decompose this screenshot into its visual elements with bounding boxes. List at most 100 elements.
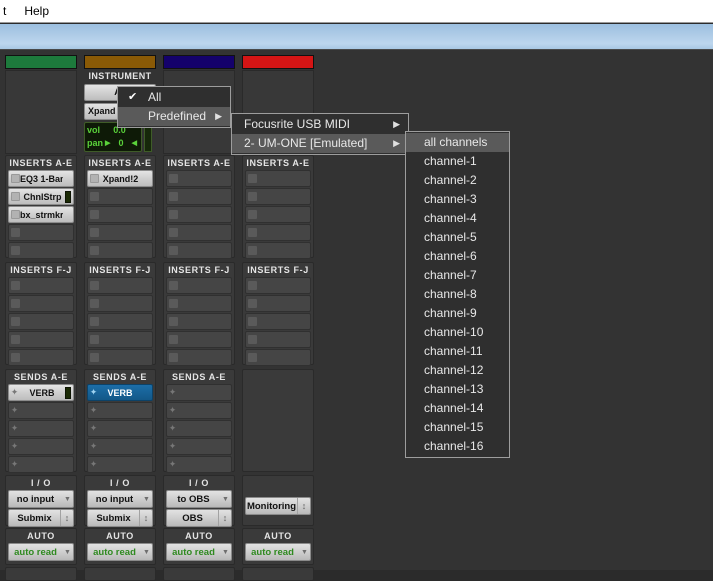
insert-slot[interactable] <box>87 349 153 366</box>
send-slot[interactable]: ✦ <box>87 402 153 419</box>
insert-slot[interactable] <box>87 313 153 330</box>
insert-slot[interactable]: ChnlStrp <box>8 188 74 205</box>
output-selector[interactable]: Submix ↕ <box>8 509 74 527</box>
insert-bypass-icon[interactable] <box>248 246 257 255</box>
insert-slot[interactable]: Xpand!2 <box>87 170 153 187</box>
insert-slot[interactable] <box>166 313 232 330</box>
chevron-down-icon[interactable]: ▼ <box>62 496 73 503</box>
insert-bypass-icon[interactable] <box>11 174 20 183</box>
menu-item-channel-1[interactable]: channel-1 <box>406 152 509 171</box>
insert-slot[interactable] <box>245 170 311 187</box>
insert-bypass-icon[interactable] <box>248 192 257 201</box>
insert-slot[interactable] <box>166 331 232 348</box>
chevron-down-icon[interactable]: ▼ <box>299 549 310 556</box>
menu-item-channel-7[interactable]: channel-7 <box>406 266 509 285</box>
menubar-item-help[interactable]: Help <box>15 2 58 20</box>
menu-item-channel-9[interactable]: channel-9 <box>406 304 509 323</box>
insert-slot[interactable] <box>166 224 232 241</box>
insert-bypass-icon[interactable] <box>90 353 99 362</box>
send-slot[interactable]: ✦ <box>87 456 153 473</box>
output-path-icon[interactable]: ↕ <box>139 510 152 526</box>
insert-slot[interactable] <box>87 277 153 294</box>
midi-devices-submenu[interactable]: Focusrite USB MIDI ▶ 2- UM-ONE [Emulated] ▶ <box>231 113 409 155</box>
send-assign-icon[interactable]: ✦ <box>10 387 19 398</box>
menu-item-channel-2[interactable]: channel-2 <box>406 171 509 190</box>
menu-item-all[interactable]: ✔ All <box>118 88 230 107</box>
input-selector[interactable]: no input ▼ <box>8 490 74 508</box>
insert-slot[interactable] <box>87 295 153 312</box>
send-assign-icon[interactable]: ✦ <box>10 405 19 416</box>
output-path-icon[interactable]: ↕ <box>218 510 231 526</box>
insert-slot[interactable] <box>166 188 232 205</box>
insert-slot[interactable] <box>245 331 311 348</box>
insert-slot[interactable] <box>166 349 232 366</box>
output-path-icon[interactable]: ↕ <box>60 510 73 526</box>
menu-item-channel-4[interactable]: channel-4 <box>406 209 509 228</box>
insert-slot[interactable] <box>245 188 311 205</box>
output-selector[interactable]: OBS ↕ <box>166 509 232 527</box>
send-assign-icon[interactable]: ✦ <box>10 423 19 434</box>
insert-bypass-icon[interactable] <box>11 281 20 290</box>
send-assign-icon[interactable]: ✦ <box>10 441 19 452</box>
insert-bypass-icon[interactable] <box>90 299 99 308</box>
insert-bypass-icon[interactable] <box>90 210 99 219</box>
insert-bypass-icon[interactable] <box>248 317 257 326</box>
insert-bypass-icon[interactable] <box>248 174 257 183</box>
automation-mode-selector[interactable]: auto read ▼ <box>8 543 74 561</box>
insert-slot[interactable] <box>87 188 153 205</box>
output-path-icon[interactable]: ↕ <box>297 498 310 514</box>
menu-item-channel-5[interactable]: channel-5 <box>406 228 509 247</box>
insert-bypass-icon[interactable] <box>90 228 99 237</box>
insert-bypass-icon[interactable] <box>11 317 20 326</box>
insert-slot[interactable] <box>8 224 74 241</box>
chevron-down-icon[interactable]: ▼ <box>141 549 152 556</box>
insert-bypass-icon[interactable] <box>169 335 178 344</box>
insert-bypass-icon[interactable] <box>90 174 99 183</box>
insert-bypass-icon[interactable] <box>169 210 178 219</box>
insert-bypass-icon[interactable] <box>169 299 178 308</box>
insert-bypass-icon[interactable] <box>11 210 20 219</box>
insert-slot[interactable] <box>166 277 232 294</box>
send-slot[interactable]: ✦ <box>87 420 153 437</box>
menu-item-channel-15[interactable]: channel-15 <box>406 418 509 437</box>
send-slot[interactable]: ✦ <box>8 420 74 437</box>
insert-bypass-icon[interactable] <box>169 174 178 183</box>
insert-slot[interactable] <box>87 224 153 241</box>
send-slot[interactable]: ✦ <box>87 438 153 455</box>
pan-right-arrow-icon[interactable]: ◀ <box>130 137 139 150</box>
menu-item-channel-13[interactable]: channel-13 <box>406 380 509 399</box>
insert-bypass-icon[interactable] <box>11 246 20 255</box>
send-assign-icon[interactable]: ✦ <box>89 423 98 434</box>
chevron-down-icon[interactable]: ▼ <box>62 549 73 556</box>
send-assign-icon[interactable]: ✦ <box>168 423 177 434</box>
menu-item-channel-11[interactable]: channel-11 <box>406 342 509 361</box>
menu-item-focusrite-usb-midi[interactable]: Focusrite USB MIDI ▶ <box>232 115 408 134</box>
insert-slot[interactable] <box>245 313 311 330</box>
insert-slot[interactable] <box>8 349 74 366</box>
menubar-item-t[interactable]: t <box>0 2 15 20</box>
insert-slot[interactable] <box>245 242 311 259</box>
send-slot[interactable]: ✦ <box>166 384 232 401</box>
insert-bypass-icon[interactable] <box>169 228 178 237</box>
output-selector[interactable]: Submix ↕ <box>87 509 153 527</box>
insert-bypass-icon[interactable] <box>11 228 20 237</box>
insert-bypass-icon[interactable] <box>11 192 20 201</box>
track-color-bar[interactable] <box>84 55 156 69</box>
send-slot[interactable]: ✦ VERB <box>87 384 153 401</box>
send-slot[interactable]: ✦ VERB <box>8 384 74 401</box>
insert-bypass-icon[interactable] <box>11 353 20 362</box>
input-selector[interactable]: no input ▼ <box>87 490 153 508</box>
send-assign-icon[interactable]: ✦ <box>89 459 98 470</box>
send-slot[interactable]: ✦ <box>166 402 232 419</box>
send-assign-icon[interactable]: ✦ <box>89 387 98 398</box>
send-assign-icon[interactable]: ✦ <box>10 459 19 470</box>
insert-slot[interactable] <box>166 295 232 312</box>
insert-slot[interactable] <box>245 295 311 312</box>
automation-mode-selector[interactable]: auto read ▼ <box>87 543 153 561</box>
insert-slot[interactable] <box>8 242 74 259</box>
insert-bypass-icon[interactable] <box>169 192 178 201</box>
insert-slot[interactable] <box>8 313 74 330</box>
menu-item-channel-10[interactable]: channel-10 <box>406 323 509 342</box>
insert-bypass-icon[interactable] <box>169 317 178 326</box>
send-assign-icon[interactable]: ✦ <box>168 387 177 398</box>
